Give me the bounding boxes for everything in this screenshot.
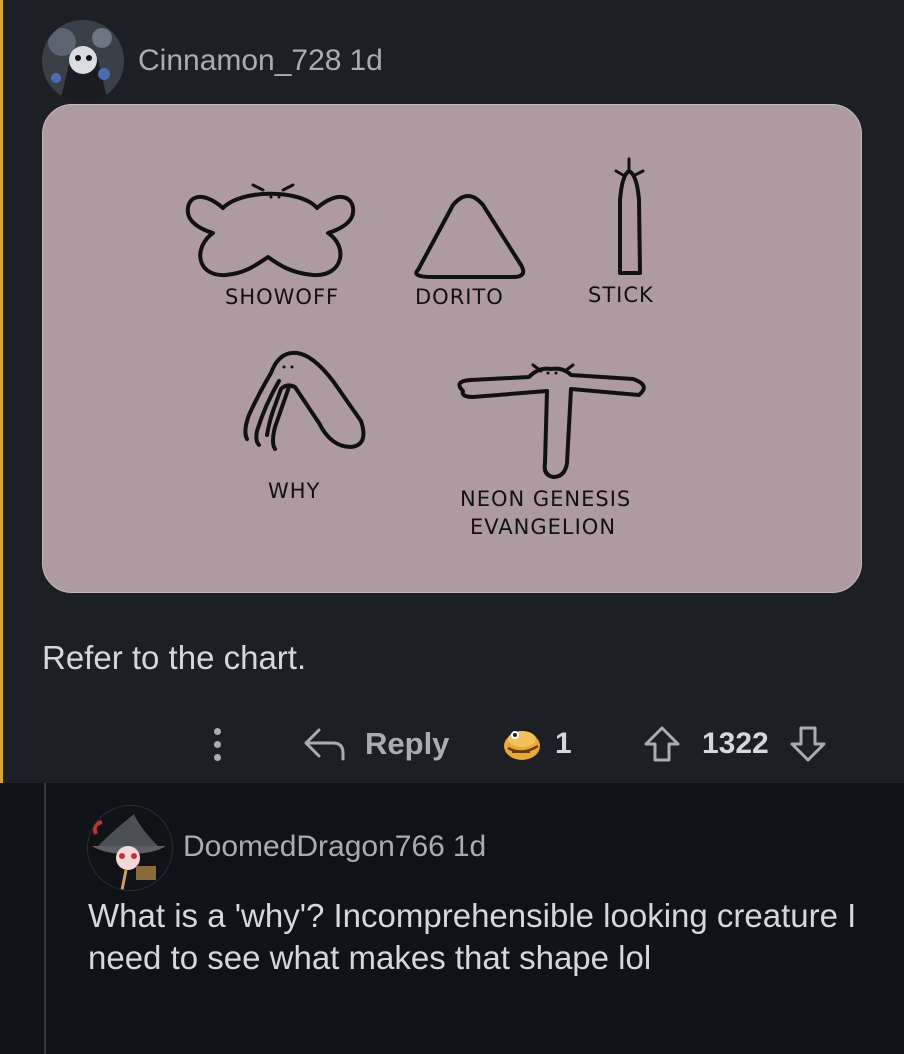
- highlighted-comment: Cinnamon_728 1d SHOWOFF DORITO STICK WHY…: [0, 0, 904, 783]
- showoff-drawing: [185, 191, 356, 278]
- comment-body: Refer to the chart.: [42, 639, 307, 676]
- more-dot: [214, 741, 221, 748]
- dorito-drawing: [414, 194, 526, 279]
- caption-why: WHY: [268, 479, 321, 503]
- comment-image[interactable]: SHOWOFF DORITO STICK WHY NEON GENESIS EV…: [42, 104, 862, 593]
- author-name[interactable]: Cinnamon_728: [138, 44, 341, 77]
- comment-age: 1d: [349, 44, 383, 77]
- caption-stick: STICK: [588, 283, 654, 307]
- why-drawing: [243, 350, 366, 451]
- award-count: 1: [555, 727, 572, 760]
- more-options-button[interactable]: [205, 722, 233, 766]
- vote-count: 1322: [702, 727, 769, 760]
- upvote-icon[interactable]: [642, 724, 682, 764]
- author-name[interactable]: DoomedDragon766: [183, 830, 445, 863]
- avatar[interactable]: [42, 20, 124, 102]
- caption-neon-line-2: EVANGELION: [470, 515, 617, 539]
- comment-author[interactable]: Cinnamon_728 1d: [138, 44, 383, 78]
- more-dot: [214, 728, 221, 735]
- reply-label: Reply: [365, 726, 450, 761]
- avatar[interactable]: [87, 805, 173, 891]
- highlight-bar: [0, 0, 3, 783]
- reply-body: What is a 'why'? Incomprehensible lookin…: [88, 897, 857, 976]
- reply-age: 1d: [452, 830, 487, 863]
- vote-controls: 1322: [640, 722, 840, 766]
- reply-button[interactable]: Reply: [303, 722, 453, 766]
- comment-thread: Cinnamon_728 1d SHOWOFF DORITO STICK WHY…: [0, 0, 904, 1054]
- reply-icon: [304, 728, 345, 761]
- evangelion-drawing: [457, 366, 646, 479]
- more-dot: [214, 754, 221, 761]
- caption-showoff: SHOWOFF: [225, 285, 340, 309]
- caption-neon-line-1: NEON GENESIS: [460, 487, 632, 511]
- caption-dorito: DORITO: [415, 285, 504, 309]
- award-icon: [504, 731, 540, 760]
- thread-line[interactable]: [44, 783, 46, 1054]
- downvote-icon[interactable]: [788, 724, 828, 764]
- reply-author[interactable]: DoomedDragon766 1d: [183, 830, 486, 864]
- stick-drawing: [618, 169, 642, 275]
- award-button[interactable]: 1: [500, 722, 590, 766]
